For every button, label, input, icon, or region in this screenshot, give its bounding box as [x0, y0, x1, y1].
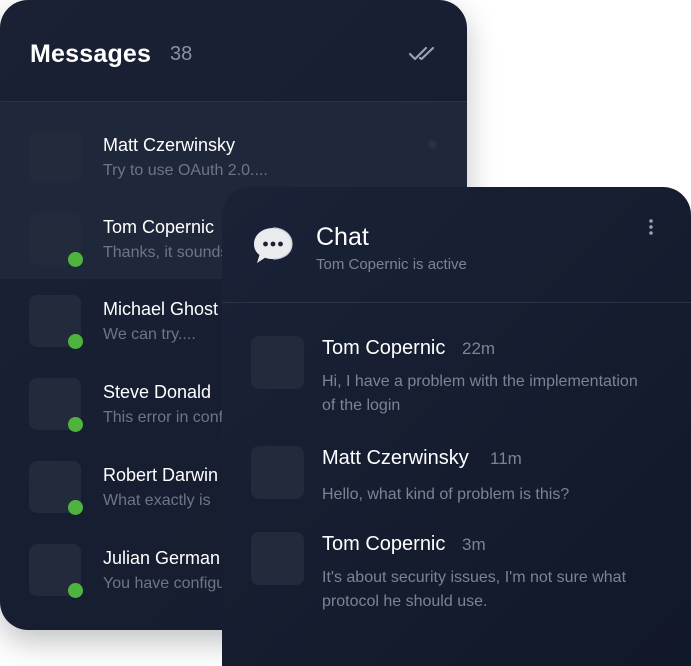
chat-header: Chat Tom Copernic is active	[222, 187, 691, 303]
chat-message-text: It's about security issues, I'm not sure…	[322, 569, 627, 610]
online-status-indicator	[68, 583, 83, 598]
avatar	[29, 131, 81, 183]
more-vertical-icon[interactable]	[646, 217, 656, 237]
chat-panel: Chat Tom Copernic is active Tom Copernic…	[222, 187, 691, 666]
message-sender: Michael Ghost	[103, 299, 219, 319]
chat-bubble-icon	[254, 227, 293, 263]
message-preview: This error in config	[103, 409, 236, 426]
online-status-indicator	[68, 252, 83, 267]
avatar	[251, 446, 304, 499]
chat-title: Chat	[316, 223, 369, 251]
chat-timestamp: 11m	[490, 449, 522, 468]
chat-message-text: Hello, what kind of problem is this?	[322, 486, 570, 503]
chat-sender: Tom Copernic	[322, 337, 446, 359]
chat-status: Tom Copernic is active	[316, 256, 467, 273]
message-sender: Matt Czerwinsky	[103, 135, 236, 155]
chat-sender: Matt Czerwinsky	[322, 447, 469, 469]
messages-count: 38	[170, 43, 193, 65]
message-sender: Steve Donald	[103, 382, 212, 402]
message-preview: We can try....	[103, 326, 196, 343]
message-preview: What exactly is	[103, 492, 211, 509]
chat-timestamp: 3m	[462, 535, 486, 554]
avatar	[251, 532, 304, 585]
message-sender: Tom Copernic	[103, 217, 215, 237]
online-status-indicator	[68, 334, 83, 349]
messages-title: Messages	[30, 40, 152, 68]
chat-message-text: Hi, I have a problem with the implementa…	[322, 373, 638, 414]
chat-timestamp: 22m	[462, 339, 496, 358]
message-sender: Robert Darwin	[103, 465, 219, 485]
message-item[interactable]: Matt Czerwinsky Try to use OAuth 2.0....	[0, 102, 467, 197]
messages-header: Messages 38	[0, 0, 467, 102]
message-preview: Try to use OAuth 2.0....	[103, 162, 268, 179]
message-preview: Thanks, it sounds	[103, 244, 229, 261]
double-check-icon[interactable]	[408, 45, 436, 63]
online-status-indicator	[68, 500, 83, 515]
avatar	[251, 336, 304, 389]
chat-sender: Tom Copernic	[322, 533, 446, 555]
message-sender: Julian German	[103, 548, 221, 568]
online-status-indicator	[68, 417, 83, 432]
unread-indicator	[428, 140, 437, 149]
